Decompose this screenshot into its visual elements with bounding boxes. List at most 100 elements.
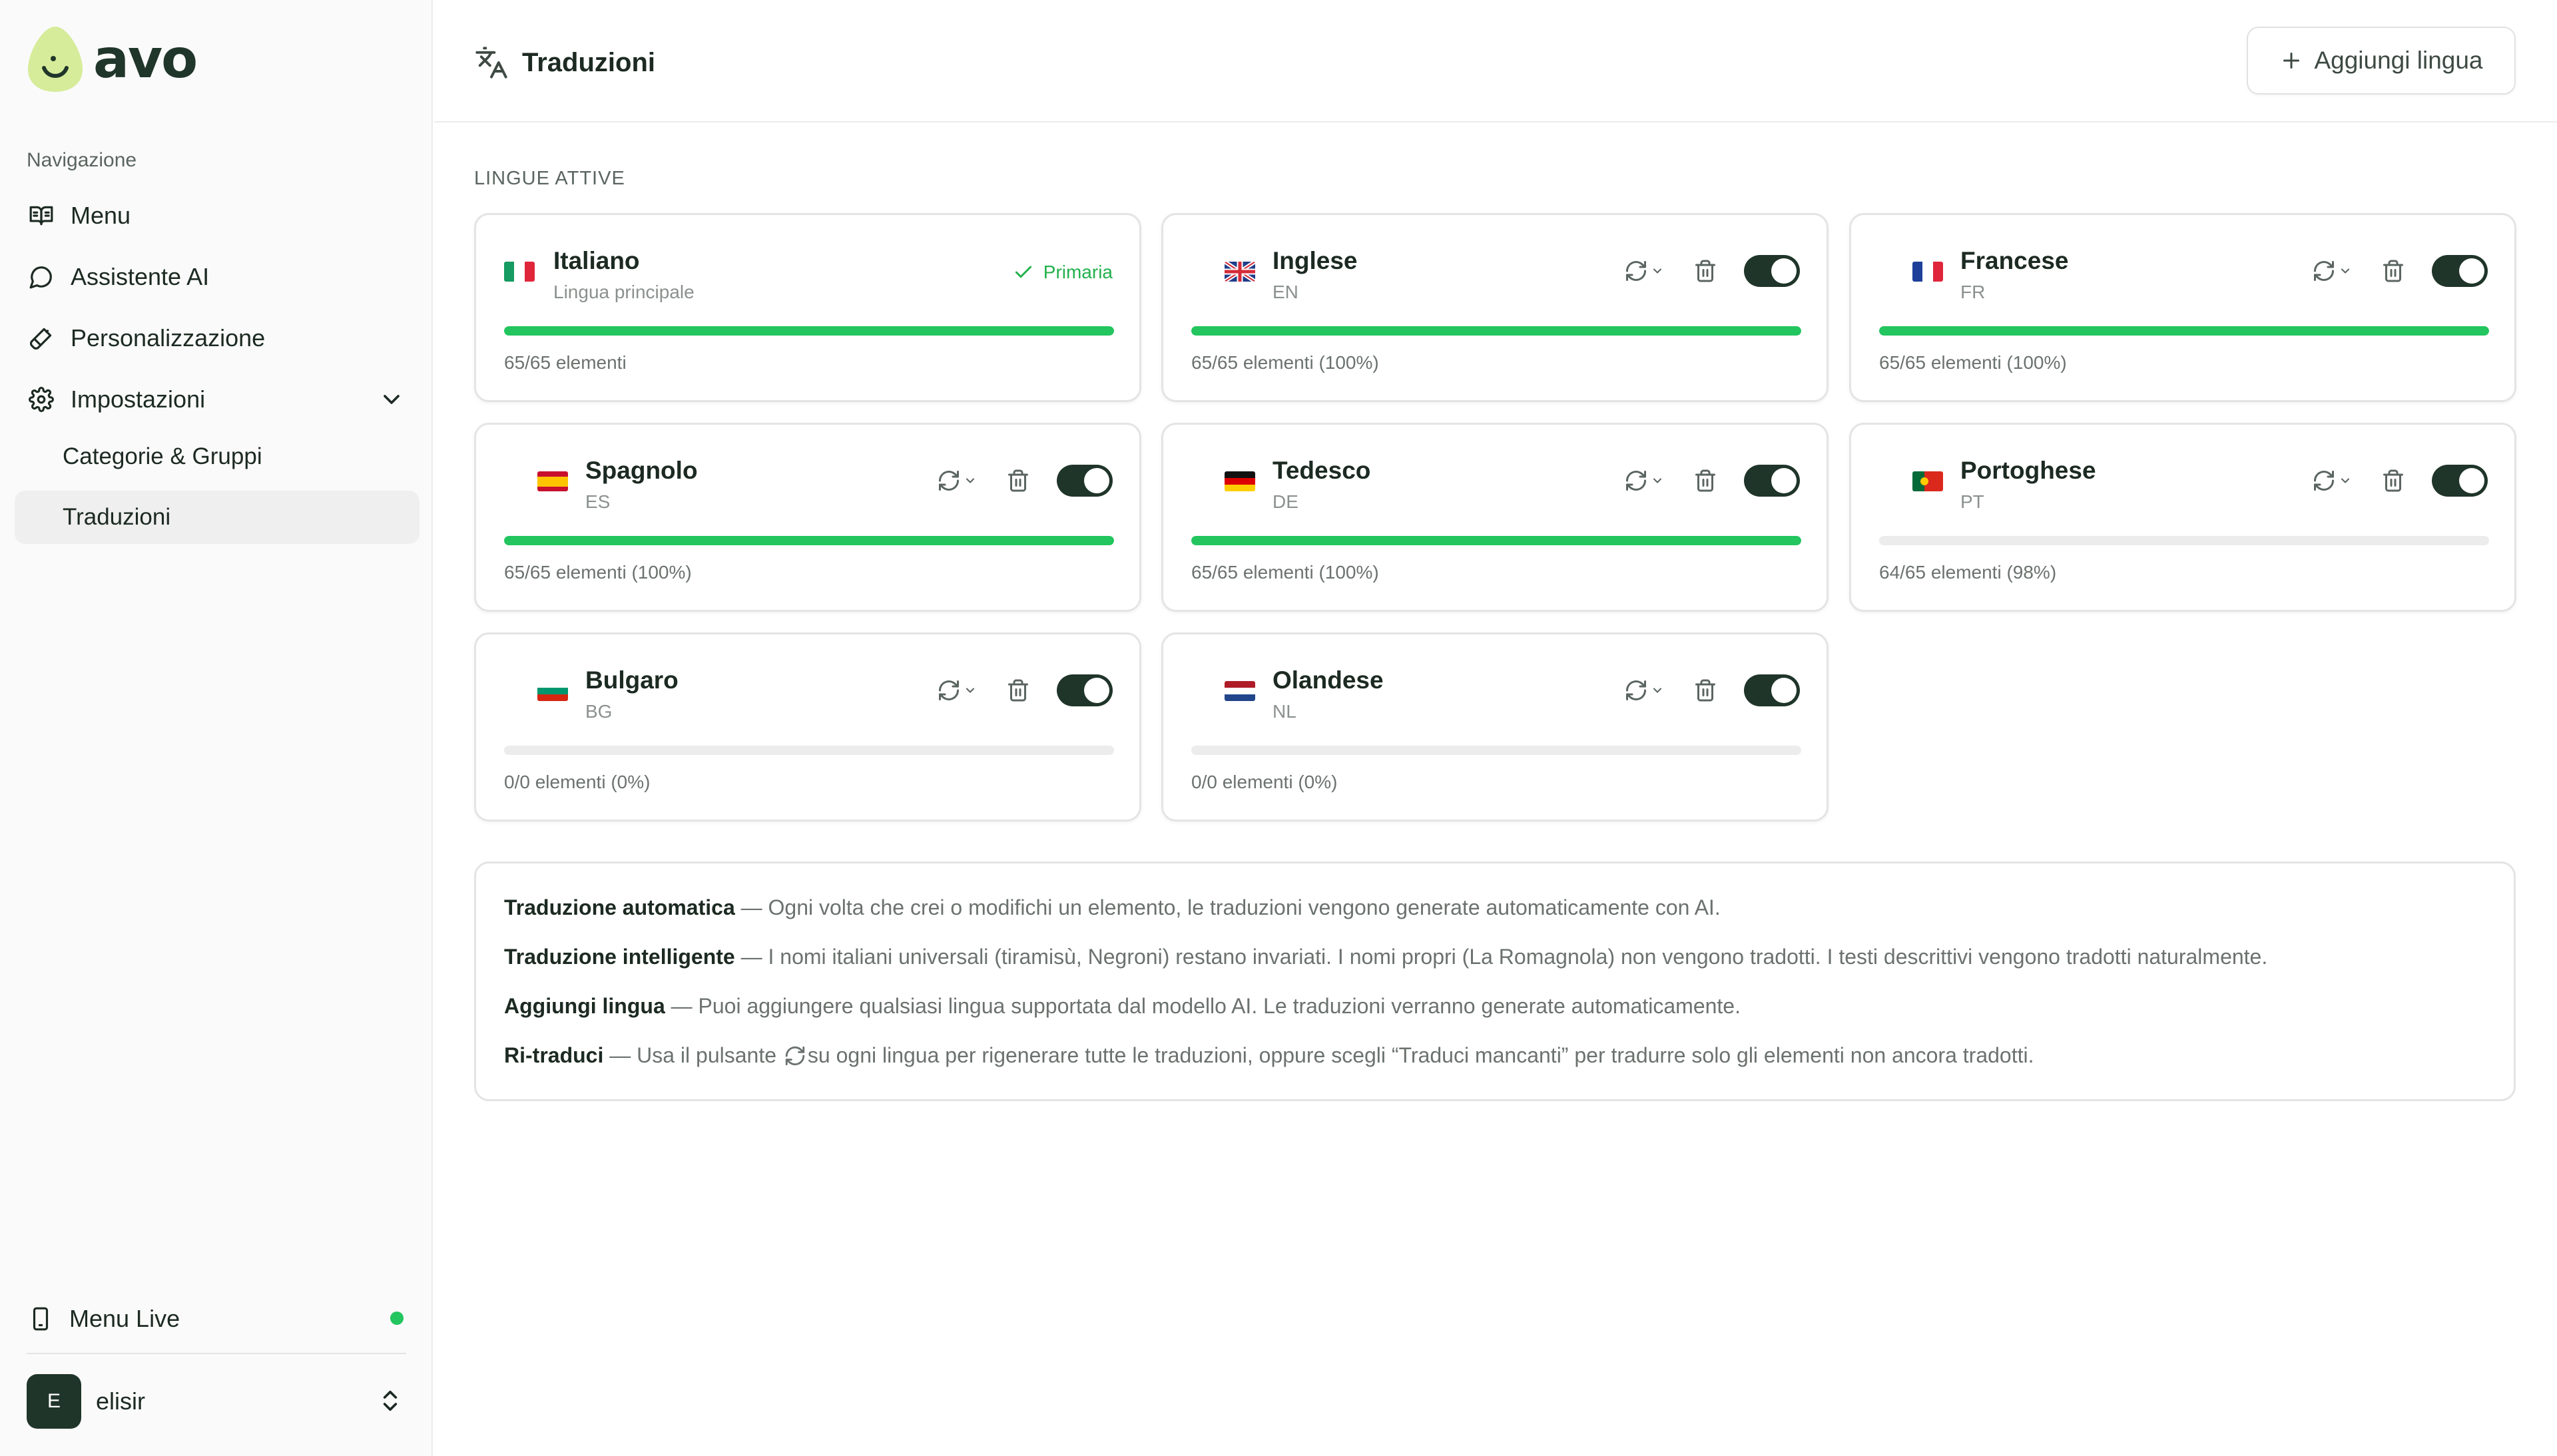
language-card-nl: Olandese NL 0/0 elementi (0%) xyxy=(1161,632,1829,822)
brush-icon xyxy=(28,325,55,352)
info-line: Traduzione automatica — Ogni volta che c… xyxy=(504,895,1721,920)
language-toggle[interactable] xyxy=(2432,465,2488,497)
retranslate-dropdown[interactable] xyxy=(937,676,984,705)
language-toggle[interactable] xyxy=(2432,255,2488,287)
trash-icon[interactable] xyxy=(1006,678,1030,702)
flag-icon-nl xyxy=(1225,681,1255,701)
flag-icon-gb xyxy=(1225,262,1255,282)
refresh-icon xyxy=(1626,261,1646,281)
sidebar-item-menu[interactable]: Menu xyxy=(15,189,420,242)
menu-live-link[interactable]: Menu Live xyxy=(28,1305,180,1333)
nav-section-title: Navigazione xyxy=(27,149,137,171)
language-card-gb: Inglese EN 65/65 elementi (100%) xyxy=(1161,213,1829,402)
flag-icon-it xyxy=(504,262,535,282)
sidebar-item-categorie-gruppi[interactable]: Categorie & Gruppi xyxy=(15,430,420,483)
info-text: — Puoi aggiungere qualsiasi lingua suppo… xyxy=(665,994,1741,1018)
card-controls xyxy=(937,465,1113,497)
language-code: ES xyxy=(585,491,611,512)
primary-badge: Primaria xyxy=(1013,262,1113,283)
progress-fill xyxy=(1879,536,2477,545)
language-card-bg: Bulgaro BG 0/0 elementi (0%) xyxy=(474,632,1141,822)
info-text: — Ogni volta che crei o modifichi un ele… xyxy=(734,895,1721,919)
trash-icon[interactable] xyxy=(1693,678,1717,702)
retranslate-dropdown[interactable] xyxy=(1624,676,1671,705)
retranslate-dropdown[interactable] xyxy=(937,466,984,495)
chevron-down-icon[interactable] xyxy=(378,386,405,413)
language-name: Tedesco xyxy=(1273,457,1371,484)
language-card-fr: Francese FR 65/65 elementi (100%) xyxy=(1849,213,2516,402)
language-toggle[interactable] xyxy=(1057,674,1113,706)
retranslate-dropdown[interactable] xyxy=(2312,256,2359,286)
menu-live-label: Menu Live xyxy=(69,1305,180,1332)
language-toggle[interactable] xyxy=(1744,465,1800,497)
info-title: Traduzione intelligente xyxy=(504,945,735,969)
chat-bubble-icon xyxy=(28,264,55,290)
retranslate-dropdown[interactable] xyxy=(1624,466,1671,495)
sidebar-item-label: Menu xyxy=(71,202,131,229)
card-controls xyxy=(1624,465,1800,497)
trash-icon[interactable] xyxy=(2381,259,2405,283)
language-name: Spagnolo xyxy=(585,457,698,484)
flag-icon-es xyxy=(537,471,568,491)
chevron-down-icon xyxy=(966,478,975,483)
page-title: Traduzioni xyxy=(474,45,655,80)
refresh-icon xyxy=(2314,261,2334,281)
card-controls xyxy=(1624,674,1800,706)
language-code: NL xyxy=(1273,701,1296,722)
language-name: Francese xyxy=(1960,247,2069,274)
refresh-icon xyxy=(1626,471,1646,491)
progress-fill xyxy=(504,326,1114,336)
info-text: su ogni lingua per rigenerare tutte le t… xyxy=(807,1043,2034,1067)
trash-icon[interactable] xyxy=(1006,469,1030,493)
section-label: LINGUE ATTIVE xyxy=(474,168,625,189)
language-name: Italiano xyxy=(553,247,640,274)
sidebar-item-label: Impostazioni xyxy=(71,385,206,413)
sidebar-item-label: Assistente AI xyxy=(71,263,210,290)
chevron-down-icon xyxy=(1653,478,1662,483)
translate-icon xyxy=(475,47,507,79)
sidebar: avo Navigazione Menu Assistente AI Perso… xyxy=(0,0,433,1456)
info-text: — Usa il pulsante xyxy=(603,1043,782,1067)
retranslate-dropdown[interactable] xyxy=(1624,256,1671,286)
language-toggle[interactable] xyxy=(1744,255,1800,287)
refresh-icon xyxy=(2314,471,2334,491)
brand-logo[interactable]: avo xyxy=(27,25,198,93)
add-language-button[interactable]: Aggiungi lingua xyxy=(2247,27,2516,95)
chevrons-up-down-icon[interactable] xyxy=(377,1387,404,1414)
card-controls xyxy=(2312,255,2488,287)
elements-count: 64/65 elementi (98%) xyxy=(1879,562,2057,583)
refresh-icon xyxy=(939,680,959,700)
elements-count: 65/65 elementi (100%) xyxy=(1879,352,2067,373)
trash-icon[interactable] xyxy=(2381,469,2405,493)
flag-icon-pt xyxy=(1912,471,1943,491)
card-controls xyxy=(937,674,1113,706)
language-toggle[interactable] xyxy=(1744,674,1800,706)
refresh-icon xyxy=(1626,680,1646,700)
language-toggle[interactable] xyxy=(1057,465,1113,497)
live-status-dot xyxy=(390,1312,404,1325)
chevron-down-icon xyxy=(966,688,975,693)
chevron-down-icon xyxy=(2341,478,2350,483)
elements-count: 65/65 elementi (100%) xyxy=(1191,562,1379,583)
card-controls xyxy=(1624,255,1800,287)
progress-fill xyxy=(1191,536,1801,545)
flag-icon-bg xyxy=(537,681,568,701)
info-text: — I nomi italiani universali (tiramisù, … xyxy=(734,945,2268,969)
gear-icon xyxy=(28,386,55,413)
elements-count: 0/0 elementi (0%) xyxy=(1191,772,1338,792)
language-card-de: Tedesco DE 65/65 elementi (100%) xyxy=(1161,423,1829,612)
elements-count: 0/0 elementi (0%) xyxy=(504,772,651,792)
sidebar-item-traduzioni[interactable]: Traduzioni xyxy=(15,491,420,544)
app-root: avo Navigazione Menu Assistente AI Perso… xyxy=(0,0,2557,1456)
retranslate-dropdown[interactable] xyxy=(2312,466,2359,495)
user-menu[interactable]: E elisir xyxy=(27,1374,145,1429)
sidebar-item-personalizzazione[interactable]: Personalizzazione xyxy=(15,312,420,365)
language-code: EN xyxy=(1273,282,1298,302)
sidebar-item-label: Categorie & Gruppi xyxy=(63,443,262,469)
trash-icon[interactable] xyxy=(1693,259,1717,283)
language-card-it: Italiano Lingua principale Primaria 65/6… xyxy=(474,213,1141,402)
sidebar-item-assistente-ai[interactable]: Assistente AI xyxy=(15,250,420,304)
sidebar-item-impostazioni[interactable]: Impostazioni xyxy=(15,373,420,426)
language-code: DE xyxy=(1273,491,1298,512)
trash-icon[interactable] xyxy=(1693,469,1717,493)
